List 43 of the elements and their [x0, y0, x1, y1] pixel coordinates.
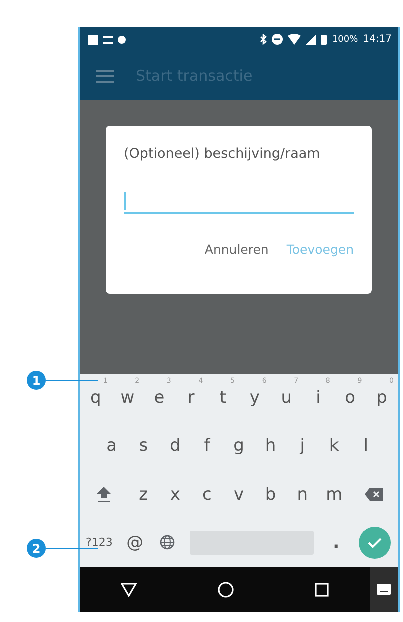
keyboard-switch-button[interactable] — [370, 567, 398, 612]
keyboard-key[interactable]: b — [254, 470, 287, 519]
home-icon[interactable] — [218, 582, 234, 598]
keyboard-key[interactable]: d — [160, 422, 192, 470]
battery-icon — [321, 34, 328, 45]
input-field[interactable] — [124, 192, 354, 214]
keyboard-key[interactable]: @ — [118, 518, 152, 567]
clock-time: 14:17 — [363, 34, 392, 45]
do-not-disturb-icon — [272, 34, 284, 45]
keyboard-key[interactable]: a — [96, 422, 128, 470]
keyboard-key[interactable]: j — [286, 422, 318, 470]
period-key[interactable]: . — [320, 518, 353, 567]
keyboard-key[interactable]: s — [128, 422, 160, 470]
bluetooth-icon — [260, 34, 268, 45]
keyboard-key[interactable]: n — [286, 470, 318, 519]
symbols-key[interactable]: ?123 — [80, 518, 119, 567]
checkmark-button[interactable] — [359, 526, 392, 559]
image-icon — [88, 34, 98, 44]
signal-icon — [306, 34, 316, 44]
keyboard-key[interactable]: l — [350, 422, 382, 470]
cancel-button[interactable]: Annuleren — [204, 242, 269, 257]
backspace-icon[interactable] — [365, 488, 384, 502]
callout-number: 1 — [27, 371, 46, 390]
keyboard-key[interactable]: f — [191, 422, 224, 470]
keyboard-key[interactable]: z — [128, 470, 160, 519]
back-icon[interactable] — [120, 582, 137, 596]
battery-percentage: 100% — [332, 34, 358, 44]
recents-icon[interactable] — [315, 582, 330, 596]
shift-icon[interactable] — [96, 486, 112, 504]
keyboard-icon — [377, 584, 391, 595]
dot-icon — [118, 36, 126, 44]
globe-icon[interactable] — [160, 535, 176, 550]
keyboard-key[interactable]: g — [223, 422, 255, 470]
callout-number: 2 — [27, 539, 46, 558]
keyboard-key[interactable]: v — [223, 470, 255, 519]
keyboard-key[interactable]: h — [254, 422, 287, 470]
keyboard-key[interactable]: m — [318, 470, 350, 519]
dialog-title: (Optioneel) beschijving/raam — [124, 146, 322, 162]
wifi-icon — [288, 34, 302, 45]
notification-icon — [103, 36, 113, 44]
keyboard-key[interactable]: k — [318, 422, 350, 470]
keyboard-key[interactable]: c — [191, 470, 224, 519]
keyboard-key[interactable]: x — [160, 470, 192, 519]
